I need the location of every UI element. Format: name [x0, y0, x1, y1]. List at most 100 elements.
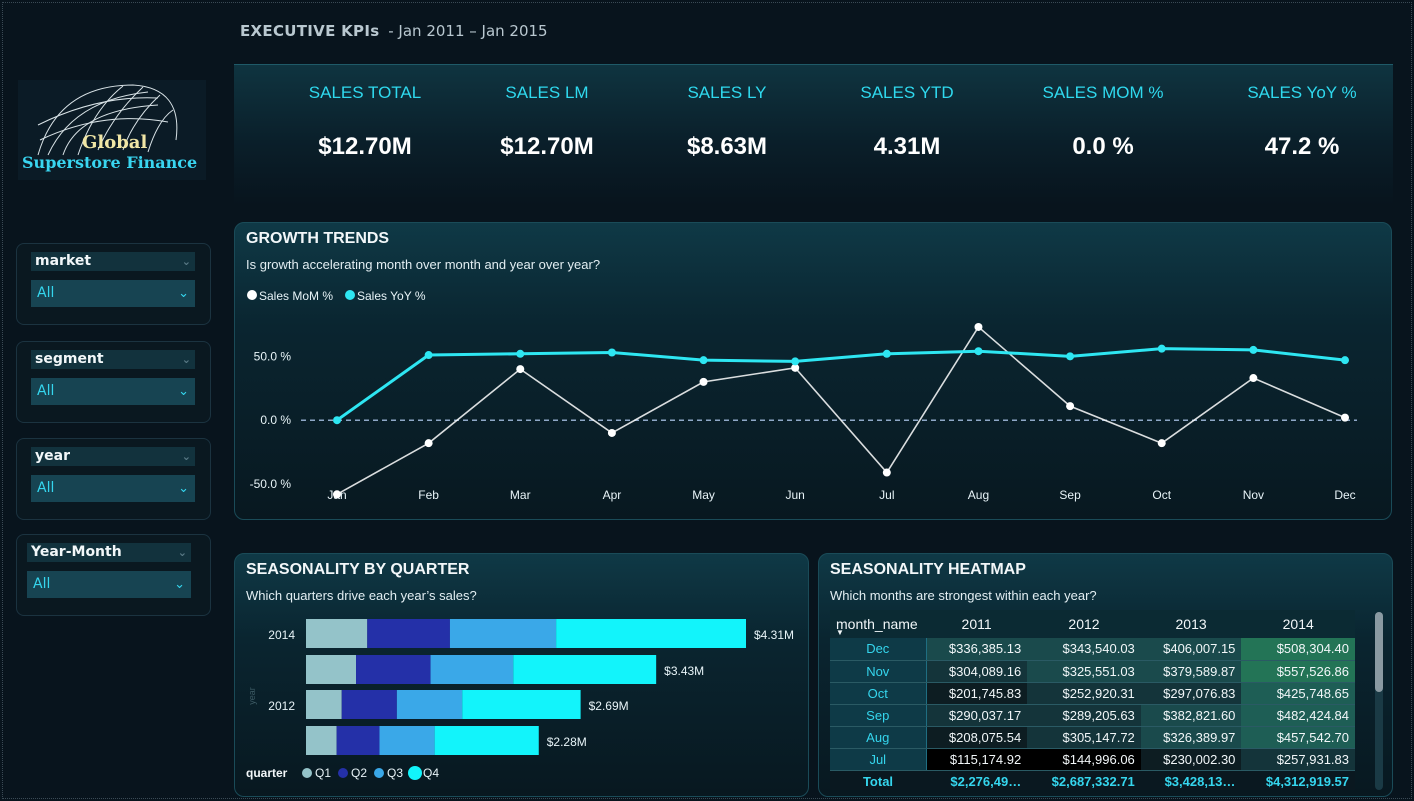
- column-header-month[interactable]: month_name ▼: [830, 610, 926, 638]
- column-header[interactable]: 2013: [1140, 610, 1242, 638]
- data-point[interactable]: [607, 348, 616, 357]
- bar-segment[interactable]: [513, 655, 657, 684]
- table-cell[interactable]: $257,931.83: [1241, 748, 1355, 771]
- data-point[interactable]: [424, 439, 433, 448]
- bar-segment[interactable]: [379, 726, 435, 755]
- bar-segment[interactable]: [306, 690, 342, 719]
- data-point[interactable]: [1066, 352, 1075, 361]
- legend-label: Q4: [423, 766, 439, 780]
- data-point[interactable]: [1249, 345, 1258, 354]
- data-point[interactable]: [699, 377, 708, 386]
- data-point[interactable]: [1066, 402, 1075, 411]
- scrollbar-thumb[interactable]: [1375, 612, 1383, 692]
- table-cell[interactable]: $115,174.92: [926, 748, 1028, 771]
- bar-total-label: $2.69M: [589, 699, 629, 713]
- logo-line1: Global: [82, 132, 148, 153]
- table-cell[interactable]: $230,002.30: [1140, 748, 1242, 771]
- table-cell[interactable]: $336,385.13: [926, 638, 1028, 661]
- data-point[interactable]: [882, 349, 891, 358]
- table-cell[interactable]: $343,540.03: [1027, 638, 1141, 661]
- data-point[interactable]: [333, 416, 341, 425]
- chevron-down-icon[interactable]: ⌄: [182, 252, 191, 271]
- bar-segment[interactable]: [306, 726, 337, 755]
- table-row[interactable]: Nov $304,089.16 $325,551.03 $379,589.87 $557…: [830, 660, 1355, 683]
- data-point[interactable]: [1157, 439, 1166, 448]
- slicer-title-text: market: [35, 253, 92, 269]
- table-cell[interactable]: $208,075.54: [926, 726, 1028, 749]
- chevron-down-icon[interactable]: ⌄: [178, 280, 189, 307]
- table-cell[interactable]: $304,089.16: [926, 660, 1028, 683]
- table-cell[interactable]: $289,205.63: [1027, 704, 1141, 727]
- bar-segment[interactable]: [430, 655, 514, 684]
- sort-icon[interactable]: ▼: [836, 628, 844, 637]
- year-month-dropdown[interactable]: All ⌄: [27, 571, 191, 598]
- data-point[interactable]: [882, 468, 891, 477]
- table-row[interactable]: Sep $290,037.17 $289,205.63 $382,821.60 $482…: [830, 704, 1355, 727]
- year-dropdown[interactable]: All ⌄: [31, 475, 195, 502]
- data-point[interactable]: [1249, 374, 1258, 383]
- chevron-down-icon[interactable]: ⌄: [178, 378, 189, 405]
- kpi-label: SALES LM: [505, 83, 589, 102]
- market-dropdown[interactable]: All ⌄: [31, 280, 195, 307]
- chevron-down-icon[interactable]: ⌄: [174, 571, 185, 598]
- bar-segment[interactable]: [336, 726, 380, 755]
- table-cell[interactable]: $382,821.60: [1140, 704, 1242, 727]
- data-point[interactable]: [974, 347, 983, 356]
- table-cell[interactable]: $457,542.70: [1241, 726, 1355, 749]
- table-row[interactable]: Oct $201,745.83 $252,920.31 $297,076.83 $425…: [830, 682, 1355, 705]
- table-cell[interactable]: $297,076.83: [1140, 682, 1242, 705]
- chevron-down-icon[interactable]: ⌄: [178, 475, 189, 502]
- table-row[interactable]: Jul $115,174.92 $144,996.06 $230,002.30 $257…: [830, 748, 1355, 771]
- chevron-down-icon[interactable]: ⌄: [182, 350, 191, 369]
- bar-segment[interactable]: [396, 690, 463, 719]
- heatmap-table: month_name ▼ 2011 2012 2013 2014 Dec $336,…: [830, 610, 1355, 790]
- table-cell[interactable]: $406,007.15: [1140, 638, 1242, 661]
- table-cell[interactable]: $144,996.06: [1027, 748, 1141, 771]
- table-scrollbar[interactable]: [1375, 612, 1383, 790]
- chevron-down-icon[interactable]: ⌄: [178, 543, 187, 562]
- table-row[interactable]: Aug $208,075.54 $305,147.72 $326,389.97 $457…: [830, 726, 1355, 749]
- table-cell[interactable]: $325,551.03: [1027, 660, 1141, 683]
- data-point[interactable]: [791, 357, 800, 366]
- bar-segment[interactable]: [367, 619, 450, 648]
- data-point[interactable]: [516, 365, 525, 374]
- bar-total-label: $3.43M: [664, 664, 704, 678]
- bar-segment[interactable]: [556, 619, 746, 648]
- data-point[interactable]: [974, 322, 983, 331]
- bar-segment[interactable]: [449, 619, 557, 648]
- bar-segment[interactable]: [462, 690, 581, 719]
- column-header[interactable]: 2012: [1027, 610, 1141, 638]
- slicer-year-month: Year-Month ⌄ All ⌄: [16, 534, 211, 616]
- column-header[interactable]: 2011: [926, 610, 1028, 638]
- table-cell[interactable]: $252,920.31: [1027, 682, 1141, 705]
- bar-segment[interactable]: [434, 726, 539, 755]
- segment-dropdown[interactable]: All ⌄: [31, 378, 195, 405]
- table-cell[interactable]: $326,389.97: [1140, 726, 1242, 749]
- data-point[interactable]: [333, 490, 341, 499]
- table-cell[interactable]: $557,526.86: [1241, 660, 1355, 683]
- table-cell[interactable]: $425,748.65: [1241, 682, 1355, 705]
- table-cell[interactable]: $482,424.84: [1241, 704, 1355, 727]
- table-row[interactable]: Dec $336,385.13 $343,540.03 $406,007.15 $508…: [830, 638, 1355, 661]
- data-point[interactable]: [699, 356, 708, 365]
- data-point[interactable]: [516, 349, 525, 358]
- table-cell[interactable]: $379,589.87: [1140, 660, 1242, 683]
- column-header[interactable]: 2014: [1241, 610, 1355, 638]
- data-point[interactable]: [1157, 344, 1166, 353]
- x-tick-label: Apr: [603, 488, 622, 502]
- data-point[interactable]: [424, 351, 433, 360]
- data-point[interactable]: [1341, 413, 1349, 422]
- table-cell[interactable]: $305,147.72: [1027, 726, 1141, 749]
- table-cell[interactable]: $290,037.17: [926, 704, 1028, 727]
- chevron-down-icon[interactable]: ⌄: [182, 447, 191, 466]
- kpi-sales-ly: SALES LY $8.63M: [632, 83, 822, 161]
- legend-label: Q1: [315, 766, 331, 780]
- bar-segment[interactable]: [356, 655, 431, 684]
- data-point[interactable]: [1341, 356, 1349, 365]
- bar-segment[interactable]: [306, 655, 357, 684]
- bar-segment[interactable]: [306, 619, 368, 648]
- table-cell[interactable]: $508,304.40: [1241, 638, 1355, 661]
- bar-segment[interactable]: [341, 690, 397, 719]
- table-cell[interactable]: $201,745.83: [926, 682, 1028, 705]
- data-point[interactable]: [607, 428, 616, 437]
